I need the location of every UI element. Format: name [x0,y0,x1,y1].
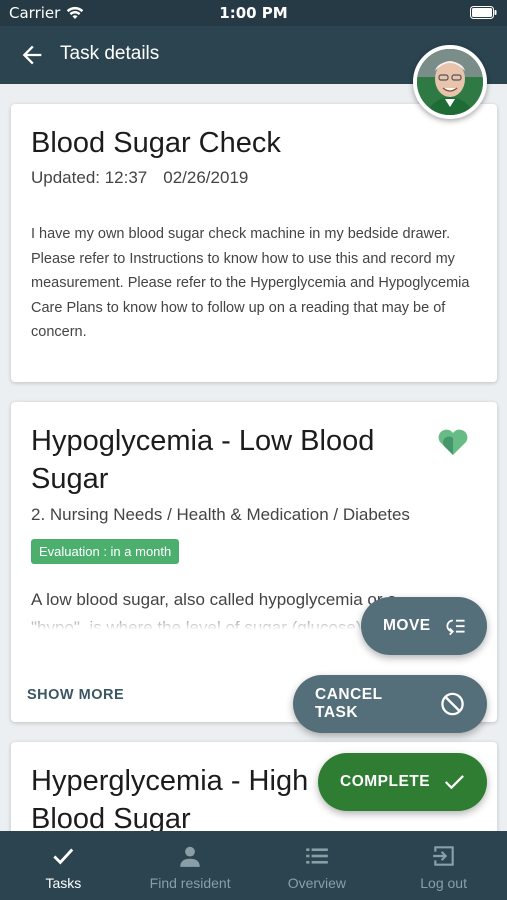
care-plan-2-title: Hyperglycemia - High Blood Sugar [31,765,309,831]
move-button[interactable]: MOVE [361,597,487,655]
check-icon [445,775,465,790]
nav-overview[interactable]: Overview [254,831,381,900]
task-card: Blood Sugar Check Updated: 12:37 02/26/20… [11,104,497,382]
battery-icon [470,6,497,19]
task-updated: Updated: 12:37 02/26/2019 [31,168,477,188]
resident-avatar[interactable] [413,45,487,119]
task-updated-date: 02/26/2019 [163,168,249,187]
task-description: I have my own blood sugar check machine … [31,226,470,340]
move-label: MOVE [383,617,431,634]
page-title: Task details [60,43,160,64]
logout-icon [432,846,454,866]
status-time: 1:00 PM [219,4,288,22]
complete-label: COMPLETE [340,773,431,790]
status-bar: Carrier 1:00 PM [0,0,507,26]
nav-tasks[interactable]: Tasks [0,831,127,900]
list-icon [306,848,328,864]
bottom-nav: Tasks Find resident Overview Log out [0,831,507,900]
nav-log-out-label: Log out [420,875,467,891]
care-plan-title: Hypoglycemia - Low Blood Sugar [31,425,375,495]
resident-photo [417,49,483,115]
heart-icon [438,429,468,455]
care-plan-category: 2. Nursing Needs / Health & Medication /… [31,505,410,524]
evaluation-badge: Evaluation : in a month [31,539,180,564]
move-icon [446,619,465,636]
cancel-task-button[interactable]: CANCEL TASK [293,675,487,733]
person-icon [180,846,200,867]
nav-find-resident[interactable]: Find resident [127,831,254,900]
complete-button[interactable]: COMPLETE [318,753,487,811]
task-updated-time: Updated: 12:37 [31,168,148,187]
nav-find-resident-label: Find resident [149,875,231,891]
cancel-task-label: CANCEL TASK [315,686,383,721]
care-plan-card[interactable]: Hypoglycemia - Low Blood Sugar 2. Nursin… [11,402,497,722]
nav-tasks-label: Tasks [45,875,82,891]
back-arrow-icon[interactable] [18,41,46,69]
task-title: Blood Sugar Check [31,127,281,159]
show-more-link[interactable]: SHOW MORE [27,687,124,703]
check-icon [53,848,74,865]
block-icon [441,692,464,716]
nav-log-out[interactable]: Log out [380,831,507,900]
nav-overview-label: Overview [287,875,347,891]
